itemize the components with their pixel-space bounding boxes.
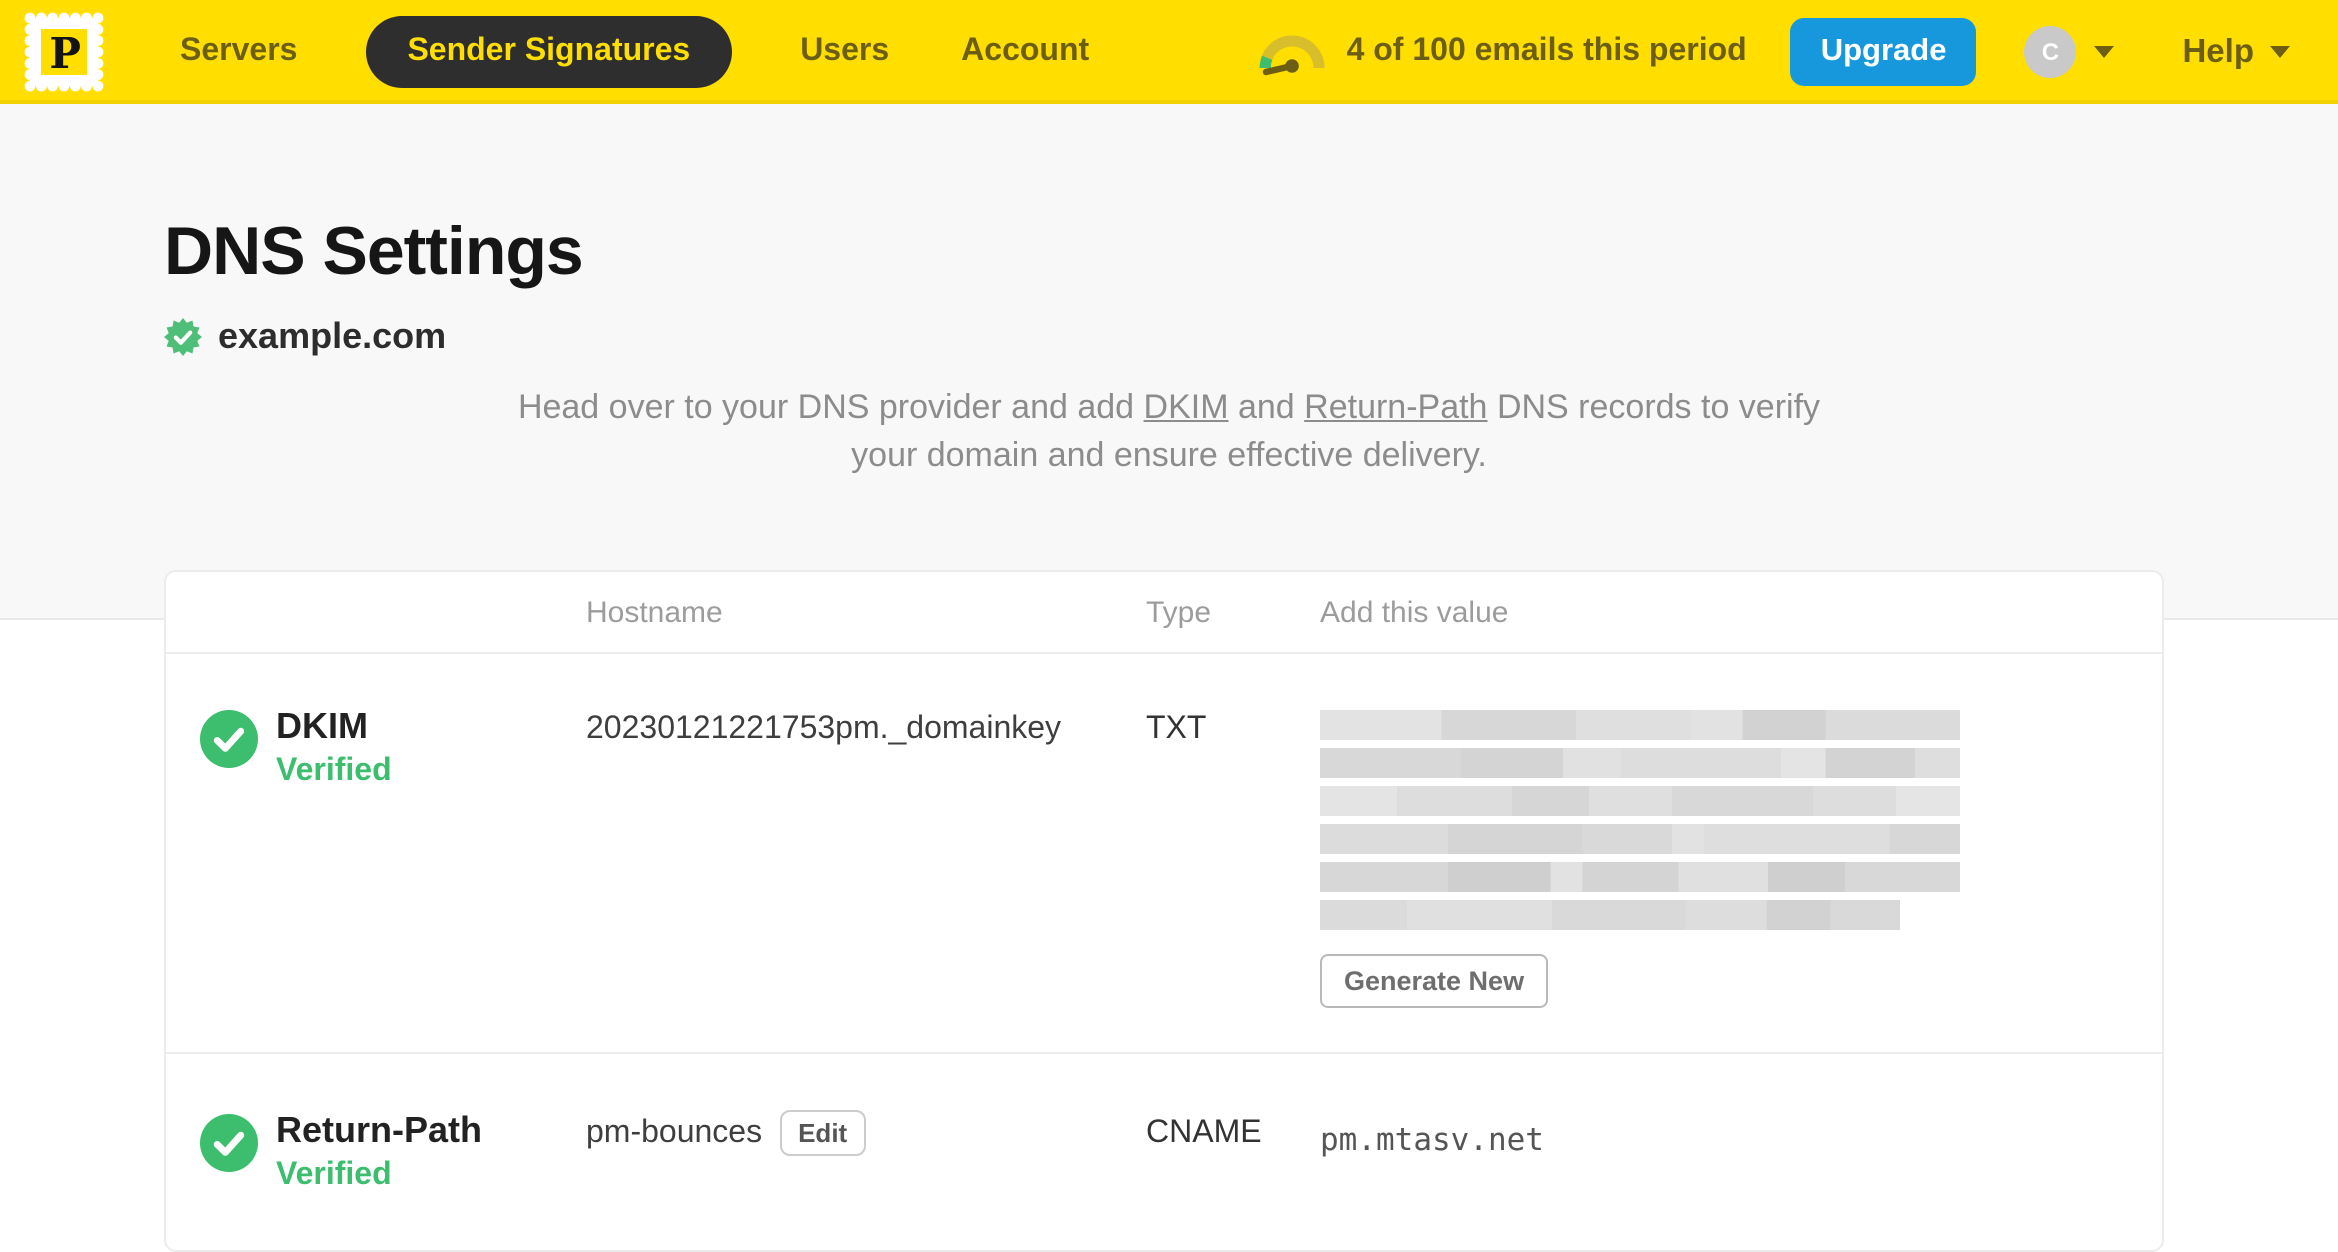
nav-item-servers[interactable]: Servers [180, 18, 297, 86]
value-column-header: Add this value [1320, 595, 1509, 629]
table-row-return-path: Return-Path Verified pm-bounces Edit CNA… [166, 1054, 2162, 1250]
page-description: Head over to your DNS provider and add D… [489, 384, 1849, 480]
verified-check-icon [200, 710, 258, 768]
redacted-value-line [1320, 786, 1960, 816]
chevron-down-icon [2270, 46, 2290, 58]
dkim-value-cell: Generate New [1320, 706, 2162, 1008]
account-menu[interactable]: C [2024, 26, 2115, 78]
nav-item-users[interactable]: Users [800, 18, 889, 86]
return-path-link[interactable]: Return-Path [1304, 388, 1487, 426]
table-header-row: Hostname Type Add this value [166, 572, 2162, 654]
logo-letter: P [49, 29, 81, 78]
hostname-value: pm-bounces [586, 1116, 763, 1150]
usage-text: 4 of 100 emails this period [1346, 34, 1747, 68]
page: P Servers Sender Signatures Users Accoun… [0, 0, 2338, 1252]
dkim-type: TXT [1146, 712, 1207, 746]
record-name: Return-Path [276, 1110, 482, 1150]
main-content: DNS Settings example.com Head over to yo… [0, 104, 2338, 1252]
type-column-header: Type [1146, 595, 1212, 629]
description-text: Head over to your DNS provider and add [517, 388, 1144, 426]
redacted-value-line [1320, 710, 1960, 740]
gauge-icon [1260, 35, 1326, 76]
return-path-hostname: pm-bounces Edit [586, 1110, 1146, 1194]
redacted-value-line [1320, 824, 1960, 854]
verified-check-icon [200, 1114, 258, 1172]
postmark-logo-icon[interactable]: P [20, 8, 108, 96]
nav-links: Servers Sender Signatures Users Account [144, 16, 1125, 88]
redacted-value-line [1320, 862, 1960, 892]
top-navbar: P Servers Sender Signatures Users Accoun… [0, 0, 2338, 104]
dns-records-table: Hostname Type Add this value DKIM Verifi… [164, 570, 2164, 1252]
cname-value: pm.mtasv.net [1320, 1122, 1544, 1158]
navbar-right: 4 of 100 emails this period Upgrade C He… [1259, 18, 2290, 86]
redacted-value-line [1320, 900, 1900, 930]
return-path-type: CNAME [1146, 1116, 1262, 1150]
generate-new-button[interactable]: Generate New [1320, 954, 1549, 1008]
table-row-dkim: DKIM Verified 20230121221753pm._domainke… [166, 654, 2162, 1054]
page-title: DNS Settings [164, 214, 584, 290]
nav-item-sender-signatures[interactable]: Sender Signatures [365, 16, 733, 88]
description-text: and [1228, 388, 1305, 426]
record-name: DKIM [276, 706, 368, 746]
status-badge: Verified [276, 754, 392, 788]
help-label: Help [2182, 33, 2254, 69]
domain-row: example.com [164, 316, 2338, 358]
status-badge: Verified [276, 1158, 392, 1192]
return-path-status-cell: Return-Path Verified [200, 1110, 586, 1194]
edit-button[interactable]: Edit [780, 1110, 866, 1156]
dkim-status-cell: DKIM Verified [200, 706, 586, 1008]
usage-meter: 4 of 100 emails this period [1259, 28, 1747, 76]
redacted-dkim-value [1320, 710, 1960, 930]
return-path-value-cell: pm.mtasv.net [1320, 1110, 2162, 1194]
redacted-value-line [1320, 748, 1960, 778]
avatar[interactable]: C [2024, 26, 2077, 78]
dkim-hostname: 20230121221753pm._domainkey [586, 706, 1146, 1008]
chevron-down-icon [2094, 46, 2115, 58]
upgrade-button[interactable]: Upgrade [1790, 18, 1977, 86]
domain-name: example.com [218, 316, 447, 356]
dkim-link[interactable]: DKIM [1144, 388, 1229, 426]
verified-seal-icon [164, 318, 202, 356]
help-menu[interactable]: Help [2182, 33, 2290, 71]
hostname-column-header: Hostname [586, 595, 723, 629]
nav-item-account[interactable]: Account [961, 18, 1089, 86]
hostname-value: 20230121221753pm._domainkey [586, 712, 1062, 746]
